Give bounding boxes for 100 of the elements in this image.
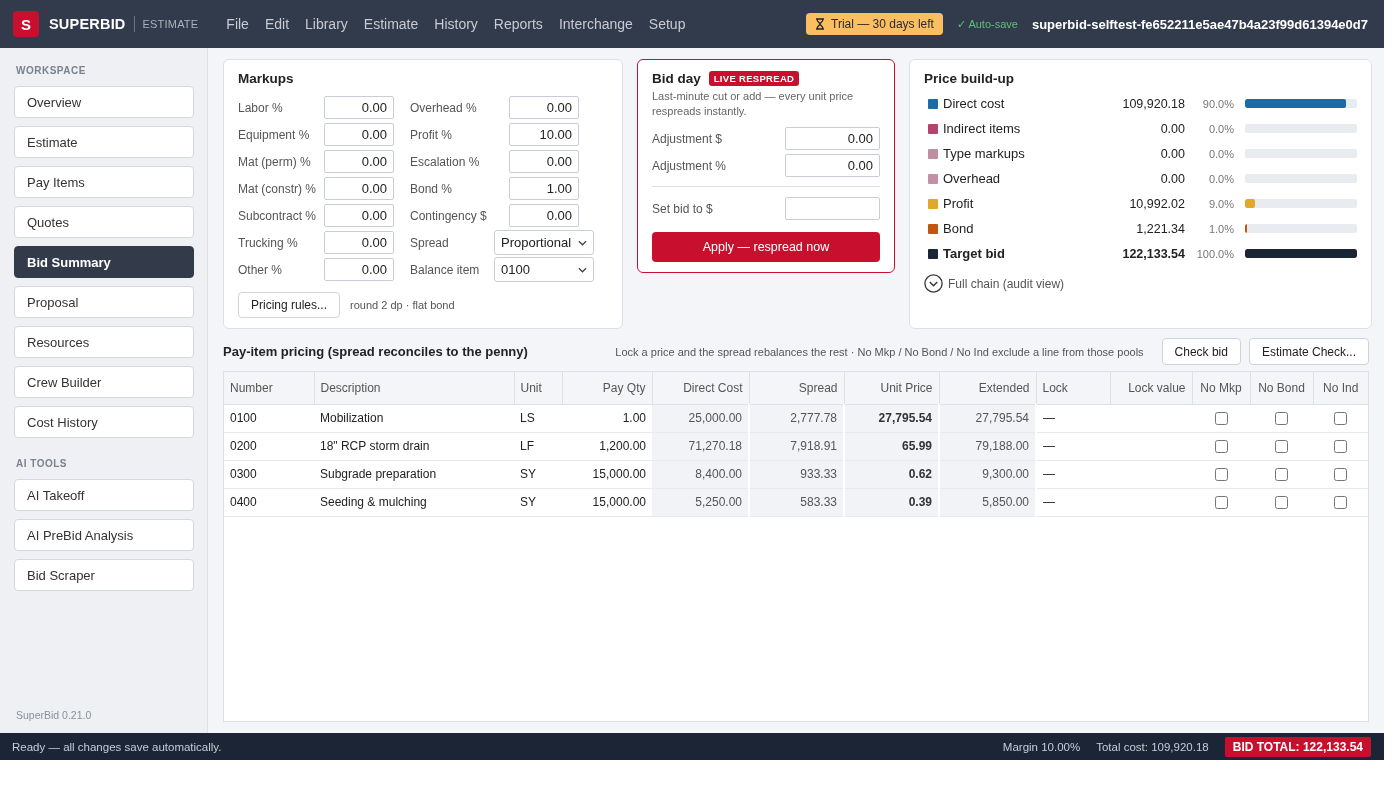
menu-item[interactable]: Reports <box>485 12 551 36</box>
checkbox[interactable] <box>1275 412 1288 426</box>
table-cell: LF <box>514 432 562 460</box>
sidebar-item[interactable]: Quotes <box>14 206 194 238</box>
trial-badge[interactable]: Trial — 30 days left <box>806 13 943 35</box>
sidebar-item[interactable]: Cost History <box>14 406 194 438</box>
column-header[interactable]: Number <box>224 372 314 404</box>
column-header[interactable]: Lock <box>1036 372 1110 404</box>
dropdown[interactable]: 0100 <box>494 257 594 282</box>
checkbox[interactable] <box>1214 496 1228 510</box>
column-header[interactable]: Description <box>314 372 514 404</box>
markup-input[interactable]: 0.00 <box>324 177 394 200</box>
dropdown[interactable]: Proportional <box>494 230 594 255</box>
buildup-label: Type markups <box>943 146 1026 161</box>
column-header[interactable]: No Mkp <box>1192 372 1250 404</box>
field-label: Overhead % <box>410 100 478 115</box>
column-header[interactable]: Unit <box>514 372 562 404</box>
table-cell: SY <box>514 488 562 516</box>
sidebar-section-title: AI TOOLS <box>16 458 69 469</box>
buildup-percent: 1.0% <box>1207 222 1234 235</box>
table-cell: 27,795.54 <box>939 404 1036 432</box>
column-header[interactable]: Extended <box>939 372 1036 404</box>
field-label: Escalation % <box>410 154 481 169</box>
field-label: Equipment % <box>238 127 311 142</box>
markup-input[interactable]: 0.00 <box>324 204 394 227</box>
table-cell: Mobilization <box>314 404 514 432</box>
bid-total: BID TOTAL: 122,133.54 <box>1224 736 1371 757</box>
markup-input[interactable]: 0.00 <box>324 150 394 173</box>
menu-item[interactable]: Library <box>297 12 356 36</box>
toolbar-button[interactable]: Check bid <box>1161 338 1241 365</box>
column-header[interactable]: Pay Qty <box>562 372 652 404</box>
table-cell: 5,850.00 <box>939 488 1036 516</box>
buildup-amount: 0.00 <box>1159 146 1185 161</box>
menu-item[interactable]: File <box>218 12 257 36</box>
autosave-status: ✓ Auto-save <box>956 17 1018 31</box>
table-cell: Seeding & mulching <box>314 488 514 516</box>
checkbox[interactable] <box>1214 412 1228 426</box>
checkbox[interactable] <box>1214 440 1228 454</box>
checkbox[interactable] <box>1275 496 1288 510</box>
checkbox[interactable] <box>1334 440 1347 454</box>
table-cell: 27,795.54 <box>844 404 939 432</box>
column-header[interactable]: No Ind <box>1313 372 1368 404</box>
buildup-amount: 10,992.02 <box>1128 196 1185 211</box>
sidebar-item[interactable]: Estimate <box>14 126 194 158</box>
markup-input[interactable]: 0.00 <box>509 150 579 173</box>
table-cell: 5,250.00 <box>652 488 749 516</box>
menu-item[interactable]: Setup <box>640 12 694 36</box>
checkbox[interactable] <box>1334 412 1347 426</box>
buildup-percent: 100.0% <box>1195 247 1234 260</box>
checkbox[interactable] <box>1275 468 1288 482</box>
markup-input[interactable]: 10.00 <box>509 123 579 146</box>
audit-view-toggle[interactable]: Full chain (audit view) <box>924 274 1065 293</box>
markup-input[interactable]: 1.00 <box>509 177 579 200</box>
sidebar-item[interactable]: Pay Items <box>14 166 194 198</box>
adjustment-input[interactable]: 0.00 <box>785 154 880 177</box>
toolbar-button[interactable]: Estimate Check... <box>1248 338 1369 365</box>
field-label: Adjustment % <box>652 158 728 173</box>
markup-input[interactable]: 0.00 <box>324 258 394 281</box>
checkbox[interactable] <box>1214 468 1228 482</box>
column-header[interactable]: No Bond <box>1250 372 1313 404</box>
adjustment-input[interactable]: 0.00 <box>785 127 880 150</box>
card-description: Last-minute cut or add — every unit price respreads instantly. <box>652 89 855 119</box>
pricing-rules-button[interactable]: Pricing rules... <box>238 292 341 318</box>
field-label: Set bid to $ <box>652 201 714 216</box>
table-cell: 18" RCP storm drain <box>314 432 514 460</box>
field-label: Bond % <box>410 181 454 196</box>
column-header[interactable]: Direct Cost <box>652 372 749 404</box>
sidebar-item[interactable]: Overview <box>14 86 194 118</box>
sidebar-item[interactable]: Resources <box>14 326 194 358</box>
markup-input[interactable]: 0.00 <box>509 204 579 227</box>
table-cell: 0100 <box>224 404 314 432</box>
checkbox[interactable] <box>1334 468 1347 482</box>
sidebar-item[interactable]: AI PreBid Analysis <box>14 519 194 551</box>
markup-input[interactable]: 0.00 <box>324 231 394 254</box>
column-header[interactable]: Unit Price <box>844 372 939 404</box>
sidebar-item[interactable]: Bid Scraper <box>14 559 194 591</box>
sidebar-item[interactable]: Proposal <box>14 286 194 318</box>
markup-input[interactable]: 0.00 <box>509 96 579 119</box>
field-label: Labor % <box>238 100 284 115</box>
menu-item[interactable]: Estimate <box>355 12 427 36</box>
table-cell: 9,300.00 <box>939 460 1036 488</box>
table-cell: SY <box>514 460 562 488</box>
markup-input[interactable]: 0.00 <box>324 96 394 119</box>
field-label: Mat (constr) % <box>238 181 317 196</box>
column-header[interactable]: Spread <box>749 372 844 404</box>
brand-name: SUPERBID <box>49 16 126 32</box>
checkbox[interactable] <box>1334 496 1347 510</box>
markup-input[interactable]: 0.00 <box>324 123 394 146</box>
sidebar-item[interactable]: AI Takeoff <box>14 479 194 511</box>
menu-item[interactable]: History <box>426 12 486 36</box>
menu-item[interactable]: Edit <box>256 12 297 36</box>
buildup-amount: 109,920.18 <box>1121 96 1185 111</box>
sidebar-item[interactable]: Bid Summary <box>14 246 194 278</box>
column-header[interactable]: Lock value <box>1110 372 1192 404</box>
apply-button[interactable]: Apply — respread now <box>652 232 880 262</box>
table-cell: 79,188.00 <box>939 432 1036 460</box>
sidebar-item[interactable]: Crew Builder <box>14 366 194 398</box>
set-bid-input[interactable] <box>785 197 880 220</box>
menu-item[interactable]: Interchange <box>550 12 641 36</box>
checkbox[interactable] <box>1275 440 1288 454</box>
